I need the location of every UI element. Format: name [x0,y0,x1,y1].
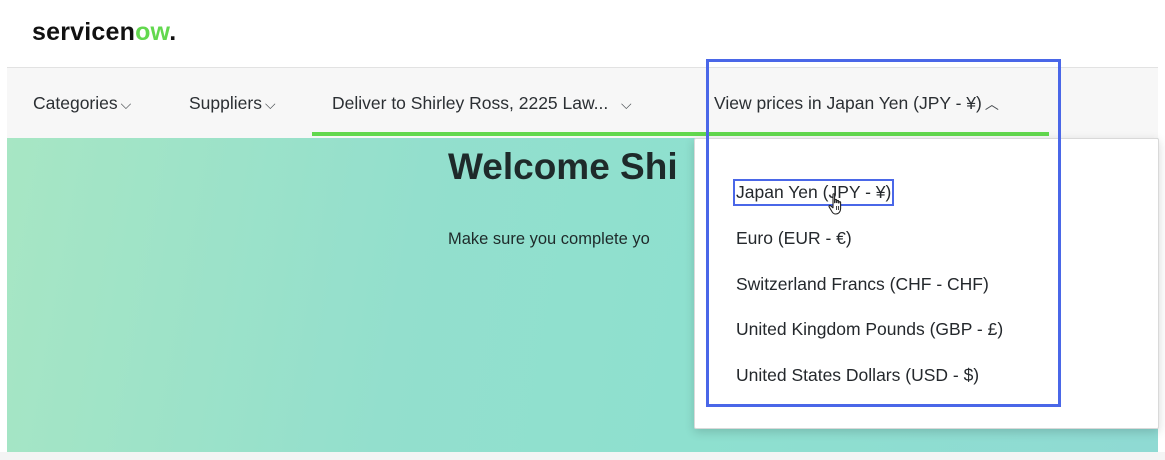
chevron-down-icon: ⌵ [264,96,276,112]
currency-option-usd[interactable]: United States Dollars (USD - $) [736,365,979,386]
chevron-down-icon: ⌵ [120,96,132,112]
servicenow-logo[interactable]: servicenow. [32,18,176,47]
chevron-up-icon: ︿ [984,96,999,112]
logo-text: servicen [32,18,136,46]
currency-menu[interactable]: View prices in Japan Yen (JPY - ¥) ︿ [714,93,999,114]
currency-dropdown: Japan Yen (JPY - ¥) Euro (EUR - €) Switz… [694,138,1159,429]
categories-menu[interactable]: Categories ⌵ [33,93,131,114]
categories-label: Categories [33,93,118,113]
currency-option-gbp[interactable]: United Kingdom Pounds (GBP - £) [736,319,1003,340]
currency-option-chf[interactable]: Switzerland Francs (CHF - CHF) [736,274,989,295]
suppliers-menu[interactable]: Suppliers ⌵ [189,93,276,114]
currency-label: View prices in Japan Yen (JPY - ¥) [714,93,982,113]
page: servicenow. Categories ⌵ Suppliers ⌵ Deliv… [0,0,1165,460]
currency-option-eur[interactable]: Euro (EUR - €) [736,228,852,249]
deliver-to-menu[interactable]: Deliver to Shirley Ross, 2225 Law... ⌵ [332,93,632,114]
active-nav-underline [312,132,1049,136]
chevron-down-icon: ⌵ [620,96,632,112]
page-bottom-strip [0,452,1165,460]
logo-dot: . [169,18,177,46]
deliver-to-label: Deliver to Shirley Ross, 2225 Law... [332,93,609,113]
catalog-nav-bar: Categories ⌵ Suppliers ⌵ Deliver to Shirle… [7,67,1158,138]
logo-mark: ow [135,18,170,46]
suppliers-label: Suppliers [189,93,262,113]
currency-option-jpy[interactable]: Japan Yen (JPY - ¥) [732,179,895,206]
welcome-title: Welcome Shi [448,146,678,187]
welcome-subtitle: Make sure you complete yo [448,230,650,248]
